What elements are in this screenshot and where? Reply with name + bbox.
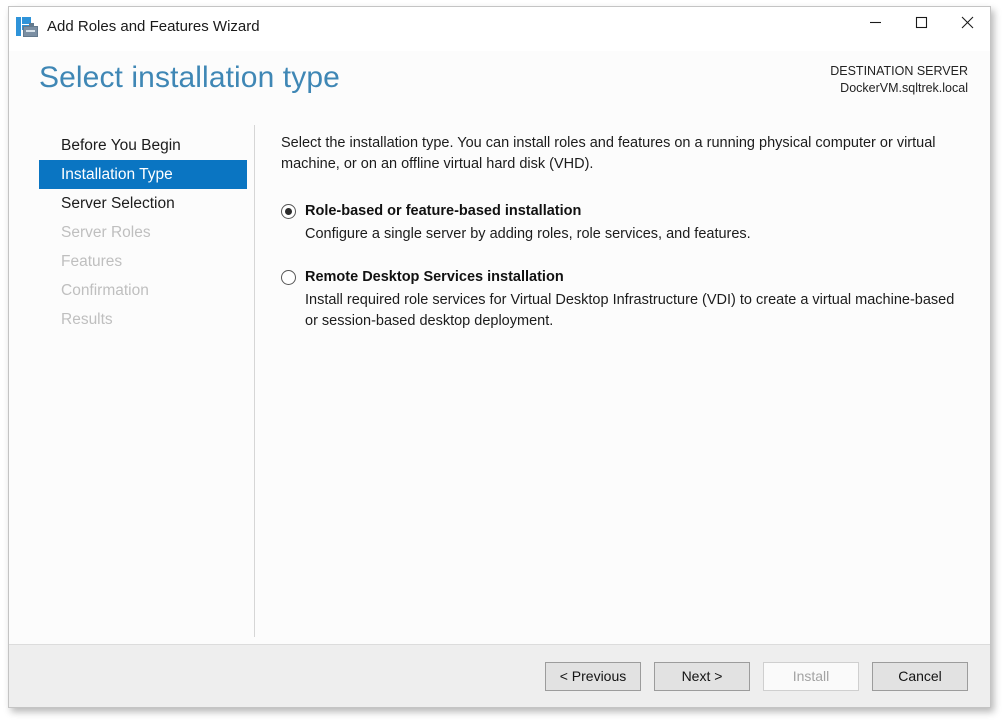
cancel-button[interactable]: Cancel	[872, 662, 968, 691]
destination-server-name: DockerVM.sqltrek.local	[830, 80, 968, 97]
option-role-based-description: Configure a single server by adding role…	[305, 224, 964, 245]
nav-item-server-selection[interactable]: Server Selection	[39, 189, 247, 218]
nav-divider	[254, 125, 255, 637]
next-button[interactable]: Next >	[654, 662, 750, 691]
nav-item-installation-type[interactable]: Installation Type	[39, 160, 247, 189]
option-remote-desktop-header[interactable]: Remote Desktop Services installation	[281, 267, 964, 287]
nav-item-features: Features	[39, 247, 247, 276]
option-remote-desktop[interactable]: Remote Desktop Services installation Ins…	[281, 267, 964, 332]
option-role-based[interactable]: Role-based or feature-based installation…	[281, 201, 964, 245]
nav-item-server-roles: Server Roles	[39, 218, 247, 247]
window-controls	[852, 7, 990, 37]
option-role-based-header[interactable]: Role-based or feature-based installation	[281, 201, 964, 221]
previous-button[interactable]: < Previous	[545, 662, 641, 691]
option-remote-desktop-description: Install required role services for Virtu…	[305, 290, 964, 332]
window-title: Add Roles and Features Wizard	[47, 17, 260, 37]
close-icon[interactable]	[944, 7, 990, 37]
destination-server-label: DESTINATION SERVER	[830, 63, 968, 80]
wizard-step-nav: Before You Begin Installation Type Serve…	[9, 125, 255, 644]
minimize-icon[interactable]	[852, 7, 898, 37]
instruction-text: Select the installation type. You can in…	[281, 133, 964, 175]
radio-role-based-installation[interactable]	[281, 204, 296, 219]
server-rack-icon	[16, 17, 38, 37]
wizard-content: Select the installation type. You can in…	[255, 125, 990, 644]
option-remote-desktop-label: Remote Desktop Services installation	[305, 267, 564, 287]
nav-item-before-you-begin[interactable]: Before You Begin	[39, 131, 247, 160]
page-title: Select installation type	[39, 61, 340, 95]
option-role-based-label: Role-based or feature-based installation	[305, 201, 581, 221]
nav-item-confirmation: Confirmation	[39, 276, 247, 305]
title-bar-left: Add Roles and Features Wizard	[9, 7, 260, 37]
wizard-window: Add Roles and Features Wizard Select ins…	[8, 6, 991, 708]
wizard-body: Before You Begin Installation Type Serve…	[9, 125, 990, 644]
install-button: Install	[763, 662, 859, 691]
title-bar: Add Roles and Features Wizard	[9, 7, 990, 51]
destination-server-block: DESTINATION SERVER DockerVM.sqltrek.loca…	[830, 63, 968, 97]
nav-item-results: Results	[39, 305, 247, 334]
radio-remote-desktop-services-installation[interactable]	[281, 270, 296, 285]
wizard-header: Select installation type DESTINATION SER…	[9, 51, 990, 125]
wizard-footer: < Previous Next > Install Cancel	[9, 644, 990, 707]
maximize-icon[interactable]	[898, 7, 944, 37]
